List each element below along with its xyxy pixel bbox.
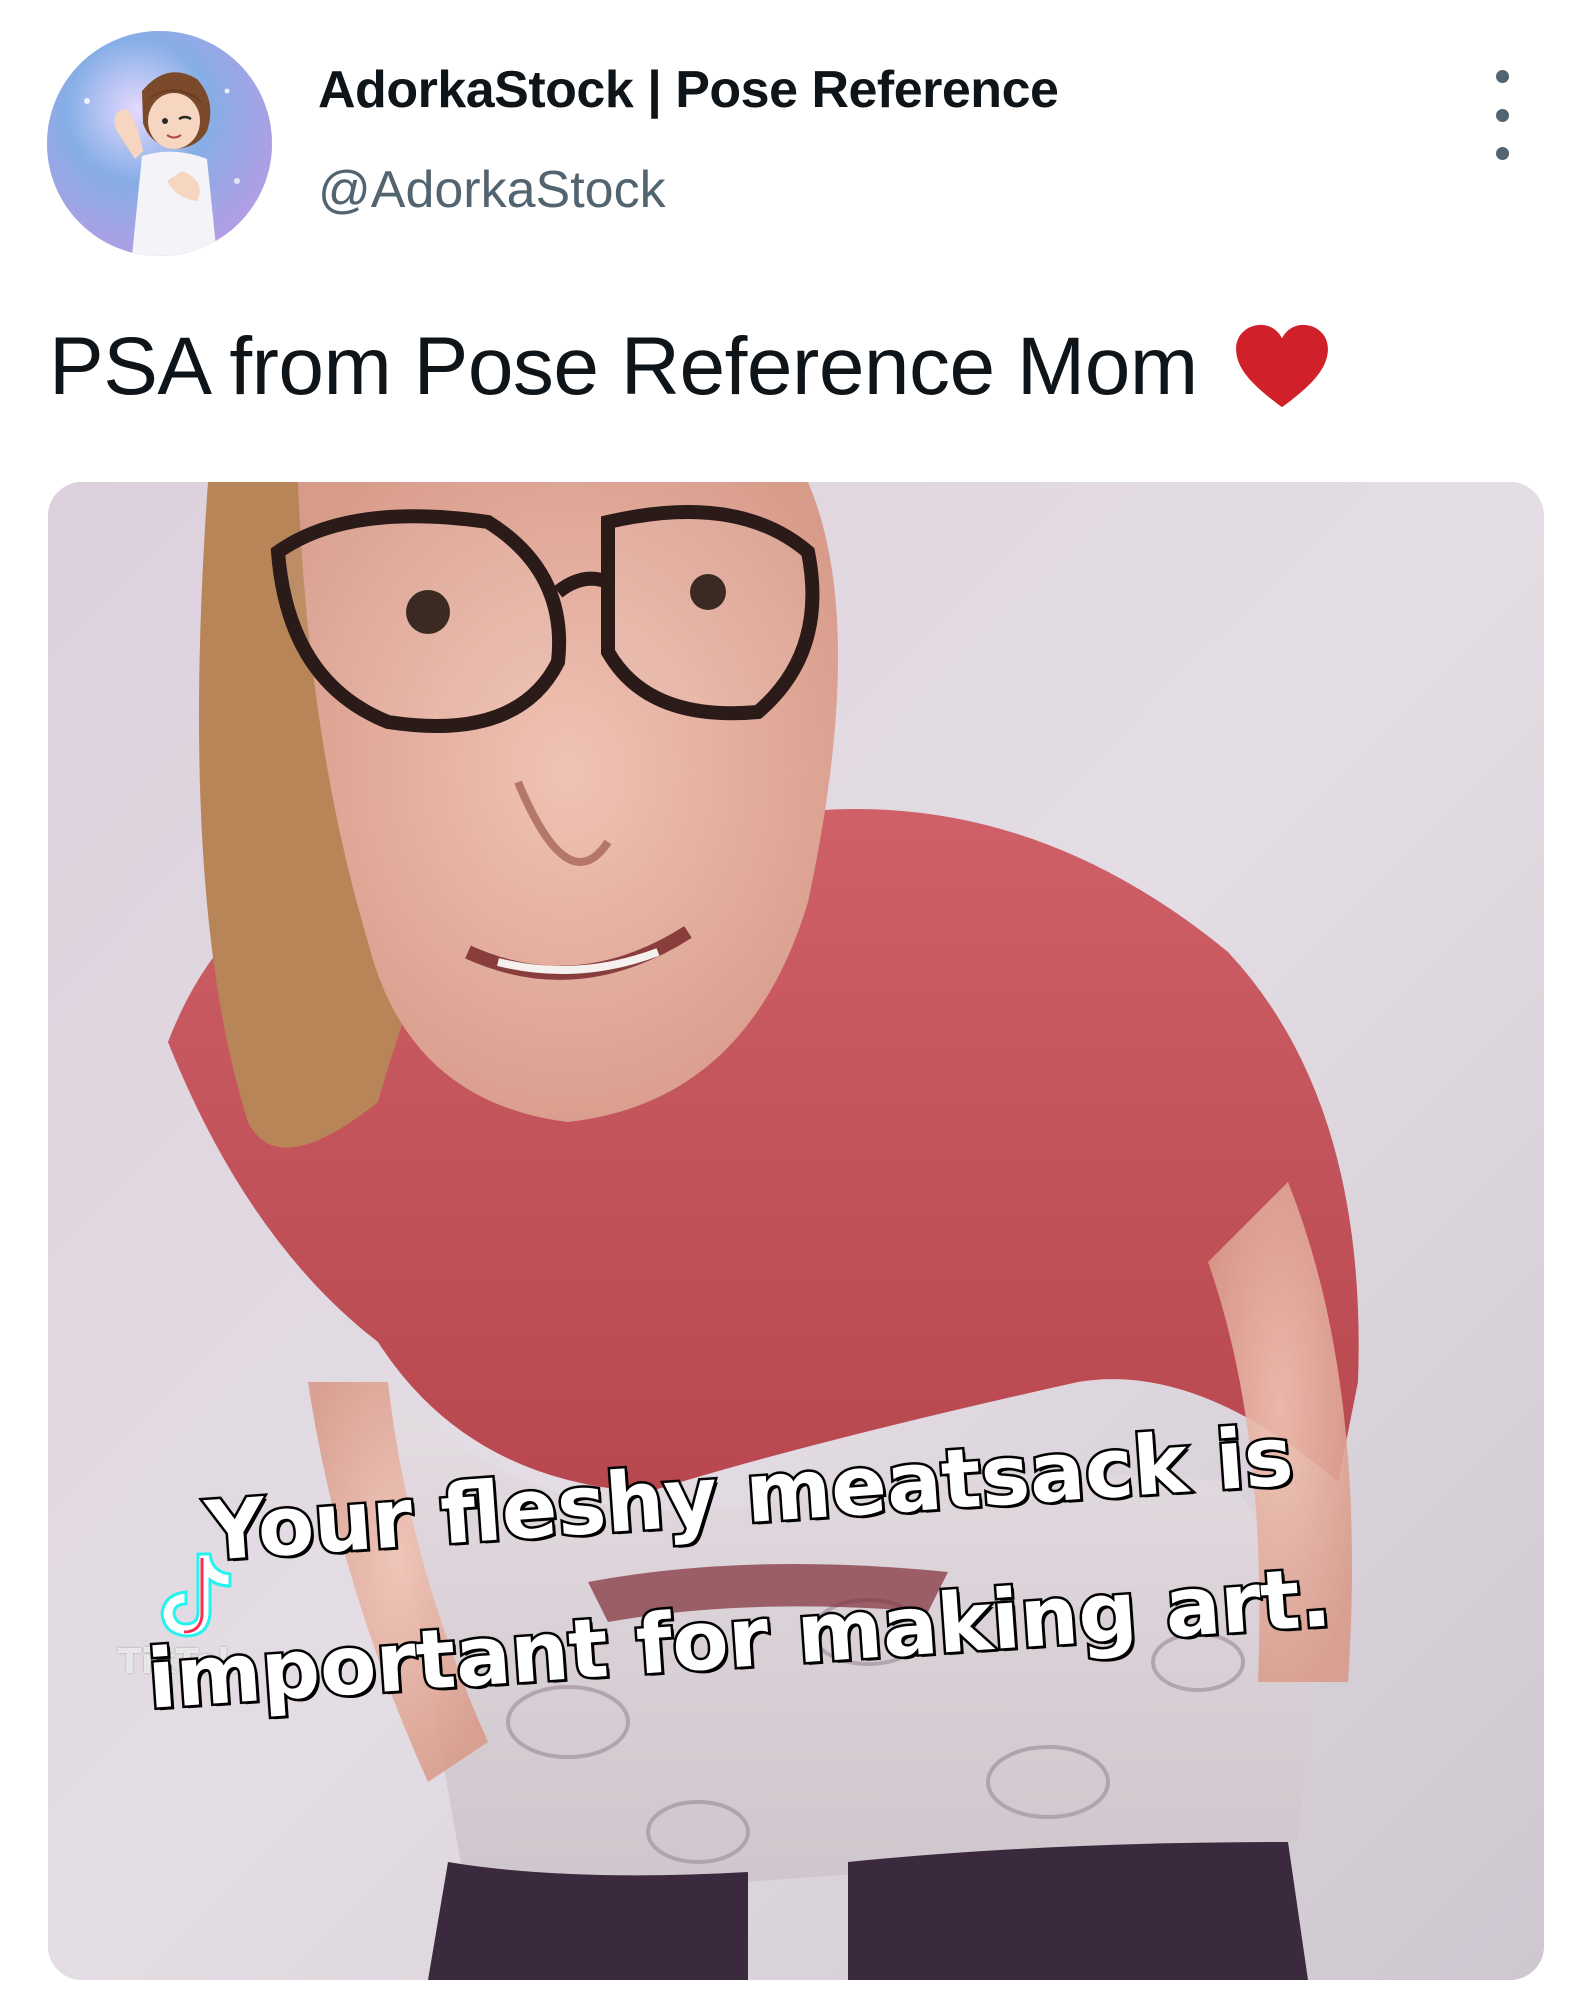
- video-thumbnail[interactable]: TikTok Your fleshy meatsack is important…: [48, 482, 1544, 1980]
- video-frame: [48, 482, 1544, 1980]
- author-handle[interactable]: @AdorkaStock: [318, 160, 666, 220]
- avatar[interactable]: [47, 31, 272, 256]
- tweet-text: PSA from Pose Reference Mom: [49, 320, 1330, 414]
- avatar-illustration: [47, 31, 272, 256]
- heart-icon: [1235, 324, 1328, 408]
- more-options-icon[interactable]: [1490, 70, 1514, 160]
- author-name[interactable]: AdorkaStock | Pose Reference: [318, 60, 1059, 120]
- tweet-body: PSA from Pose Reference Mom: [49, 321, 1198, 412]
